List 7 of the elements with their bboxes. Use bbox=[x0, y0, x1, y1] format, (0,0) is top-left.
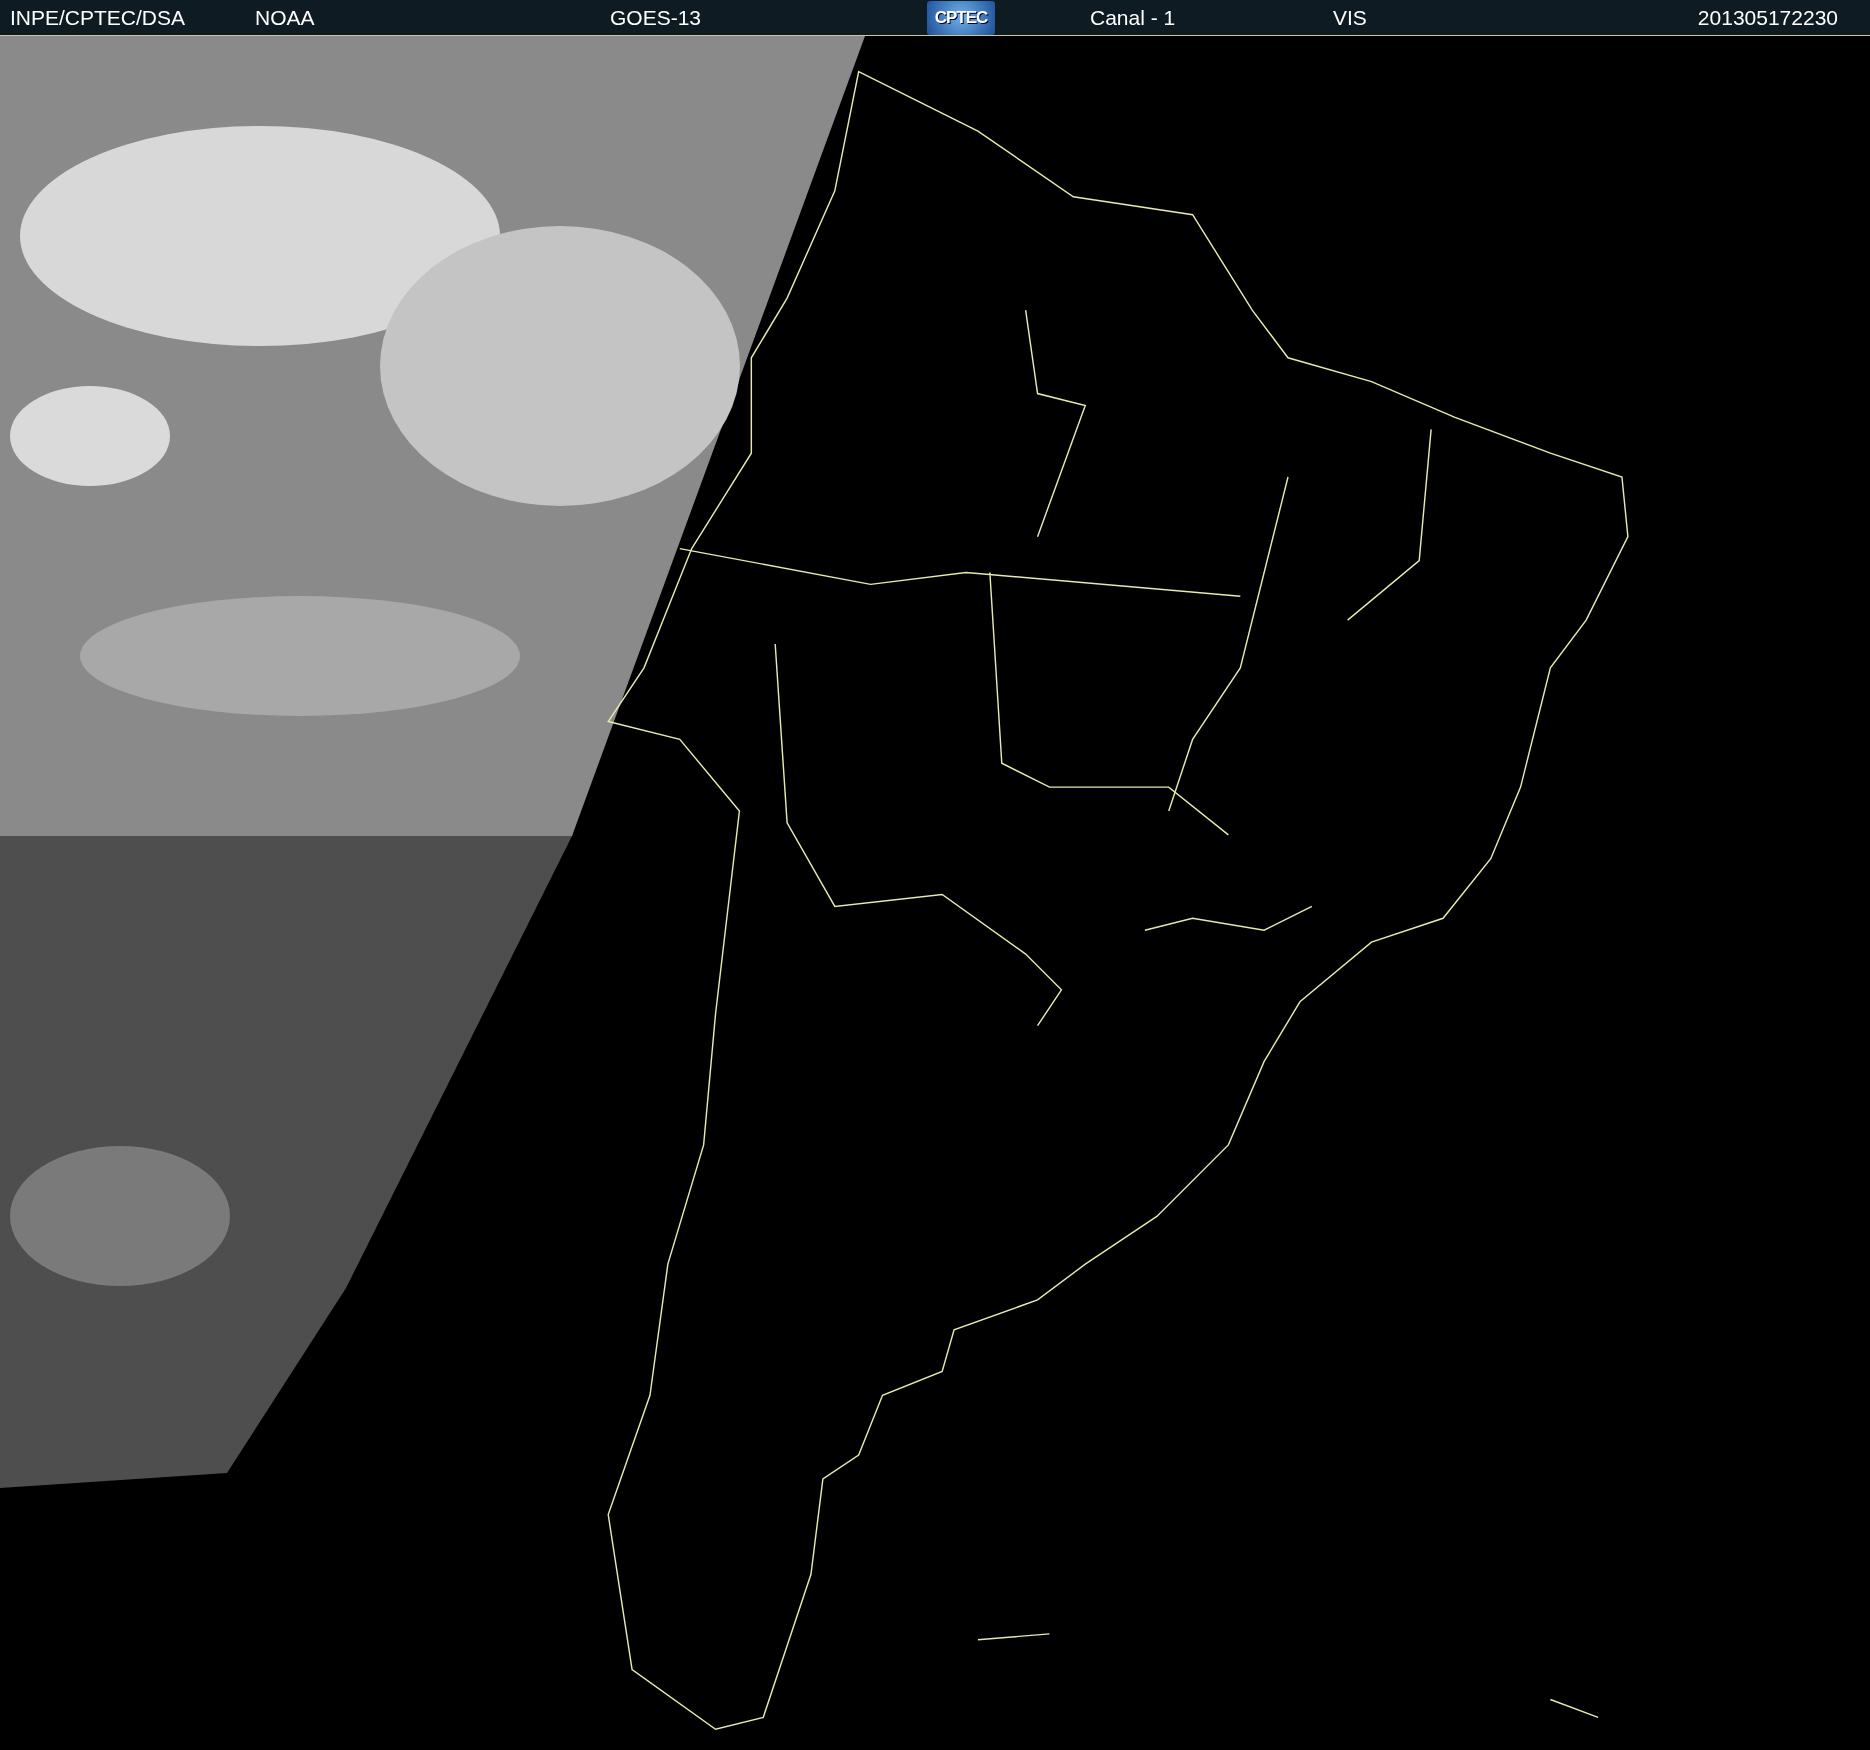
source-label: INPE/CPTEC/DSA bbox=[10, 5, 187, 30]
timestamp-label: 201305172230 bbox=[1697, 5, 1838, 30]
agency-label: NOAA bbox=[255, 5, 316, 30]
channel-label: Canal - 1 bbox=[1090, 5, 1177, 30]
band-label: VIS bbox=[1333, 5, 1368, 30]
logo: CPTEC bbox=[927, 0, 995, 35]
satellite-label: GOES-13 bbox=[610, 5, 703, 30]
